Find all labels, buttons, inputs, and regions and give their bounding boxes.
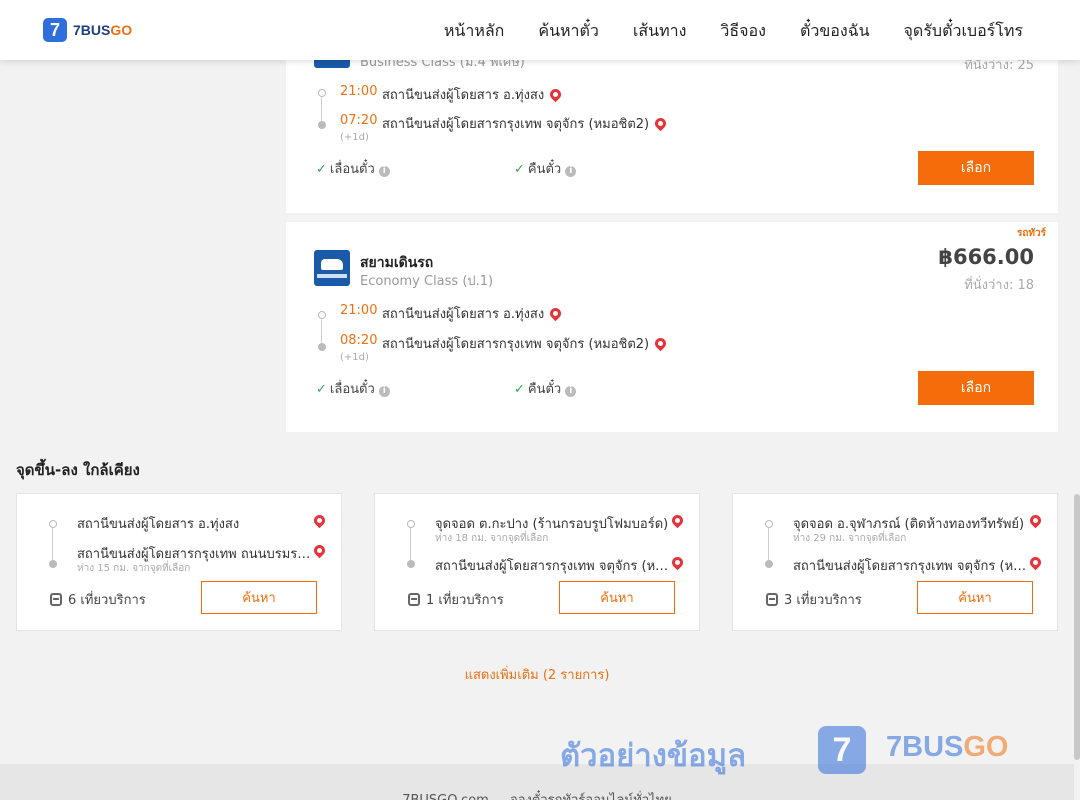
nav-ticket-pickup[interactable]: จุดรับตั๋วเบอร์โทร	[904, 19, 1023, 44]
feature-reschedule: ✓ เลื่อนตั๋ว i	[316, 378, 390, 399]
trip-count: 3 เที่ยวบริการ	[766, 589, 862, 610]
map-pin-icon[interactable]	[652, 115, 669, 132]
nearby-search-button[interactable]: ค้นหา	[201, 581, 317, 614]
map-pin-icon[interactable]	[669, 512, 686, 529]
arrive-time: 08:20	[340, 333, 378, 348]
nearby-card: สถานีขนส่งผู้โดยสาร อ.ทุ่งสง สถานีขนส่งผ…	[16, 493, 342, 631]
select-trip-button[interactable]: เลือก	[918, 151, 1034, 185]
select-trip-button[interactable]: เลือก	[918, 371, 1034, 405]
bus-type-badge: รถทัวร์	[1016, 228, 1046, 239]
trip-count: 1 เที่ยวบริการ	[408, 589, 504, 610]
bus-icon	[50, 593, 62, 606]
nearby-search-button[interactable]: ค้นหา	[559, 581, 675, 614]
arrive-time: 07:20	[340, 113, 378, 128]
info-icon[interactable]: i	[565, 166, 577, 177]
trip-price: ฿666.00	[938, 245, 1034, 269]
info-icon[interactable]: i	[565, 386, 577, 397]
bus-class: Economy Class (ป.1)	[360, 274, 494, 289]
scrollbar-thumb[interactable]	[1074, 494, 1080, 760]
distance-label: ห่าง 29 กม. จากจุดที่เลือก	[793, 533, 907, 544]
page-scrollbar[interactable]	[1074, 0, 1080, 800]
operator-logo	[314, 250, 350, 286]
nav-home[interactable]: หน้าหลัก	[444, 19, 505, 44]
bus-icon	[408, 593, 420, 606]
route-timeline	[765, 520, 773, 568]
map-pin-icon[interactable]	[1027, 554, 1044, 571]
footer-text: 7BUSGO.com — จองตั๋วรถทัวร์ออนไลน์ทั่วไท…	[0, 789, 1074, 800]
check-icon: ✓	[316, 162, 327, 177]
trip-card: รถทัวร์ สยามเดินรถ Economy Class (ป.1) ฿…	[286, 222, 1058, 432]
bus-icon	[766, 593, 778, 606]
depart-station: สถานีขนส่งผู้โดยสาร อ.ทุ่งสง	[382, 303, 564, 324]
map-pin-icon[interactable]	[669, 554, 686, 571]
nearby-search-button[interactable]: ค้นหา	[917, 581, 1033, 614]
nearby-section-title: จุดขึ้น-ลง ใกล้เคียง	[16, 461, 140, 479]
nav-my-tickets[interactable]: ตั๋วของฉัน	[800, 19, 870, 44]
info-icon[interactable]: i	[378, 386, 390, 397]
trip-count: 6 เที่ยวบริการ	[50, 589, 146, 610]
check-icon: ✓	[514, 162, 525, 177]
logo-text: 7BUSGO	[73, 22, 133, 38]
next-day-label: (+1d)	[340, 352, 369, 363]
map-pin-icon[interactable]	[547, 86, 564, 103]
distance-label: ห่าง 18 กม. จากจุดที่เลือก	[435, 533, 549, 544]
watermark-brand: 7BUSGO	[886, 731, 1009, 763]
nearby-to-stop: สถานีขนส่งผู้โดยสารกรุงเทพ จตุจักร (หมอช…	[793, 559, 1029, 574]
main-nav: หน้าหลัก ค้นหาตั๋ว เส้นทาง วิธีจอง ตั๋วข…	[410, 19, 1023, 44]
nearby-card: จุดจอด อ.จุฬาภรณ์ (ติดห้างทองทวีทรัพย์) …	[732, 493, 1058, 631]
map-pin-icon[interactable]	[652, 335, 669, 352]
watermark-logo: 7	[818, 726, 866, 774]
feature-refund: ✓ คืนตั๋ว i	[514, 158, 577, 179]
arrive-station: สถานีขนส่งผู้โดยสารกรุงเทพ จตุจักร (หมอช…	[382, 333, 669, 354]
nav-search-ticket[interactable]: ค้นหาตั๋ว	[538, 19, 599, 44]
route-timeline	[407, 520, 415, 568]
depart-time: 21:00	[340, 303, 378, 318]
depart-station: สถานีขนส่งผู้โดยสาร อ.ทุ่งสง	[382, 84, 564, 105]
feature-reschedule: ✓ เลื่อนตั๋ว i	[316, 158, 390, 179]
arrive-station: สถานีขนส่งผู้โดยสารกรุงเทพ จตุจักร (หมอช…	[382, 113, 669, 134]
depart-time: 21:00	[340, 84, 378, 99]
nav-routes[interactable]: เส้นทาง	[633, 19, 687, 44]
map-pin-icon[interactable]	[311, 542, 328, 559]
show-more-link[interactable]: แสดงเพิ่มเติม (2 รายการ)	[0, 664, 1074, 685]
watermark-text: ตัวอย่างข้อมูล	[560, 738, 747, 774]
route-timeline	[49, 520, 57, 568]
nav-how-to-book[interactable]: วิธีจอง	[720, 19, 766, 44]
seats-available: ที่นั่งว่าง: 18	[964, 278, 1034, 293]
feature-refund: ✓ คืนตั๋ว i	[514, 378, 577, 399]
site-logo[interactable]: 7 7BUSGO	[43, 18, 132, 42]
nearby-card: จุดจอด ต.กะปาง (ร้านกรอบรูปโฟมบอร์ด) ห่า…	[374, 493, 700, 631]
footer: 7BUSGO.com — จองตั๋วรถทัวร์ออนไลน์ทั่วไท…	[0, 764, 1074, 800]
top-header: 7 7BUSGO หน้าหลัก ค้นหาตั๋ว เส้นทาง วิธี…	[0, 0, 1080, 60]
map-pin-icon[interactable]	[311, 512, 328, 529]
logo-mark: 7	[43, 18, 67, 42]
nearby-from-stop: สถานีขนส่งผู้โดยสาร อ.ทุ่งสง	[77, 517, 240, 532]
map-pin-icon[interactable]	[1027, 512, 1044, 529]
check-icon: ✓	[514, 382, 525, 397]
distance-label: ห่าง 15 กม. จากจุดที่เลือก	[77, 563, 191, 574]
info-icon[interactable]: i	[378, 166, 390, 177]
check-icon: ✓	[316, 382, 327, 397]
next-day-label: (+1d)	[340, 132, 369, 143]
nearby-to-stop: สถานีขนส่งผู้โดยสารกรุงเทพ จตุจักร (หมอช…	[435, 559, 671, 574]
map-pin-icon[interactable]	[547, 305, 564, 322]
